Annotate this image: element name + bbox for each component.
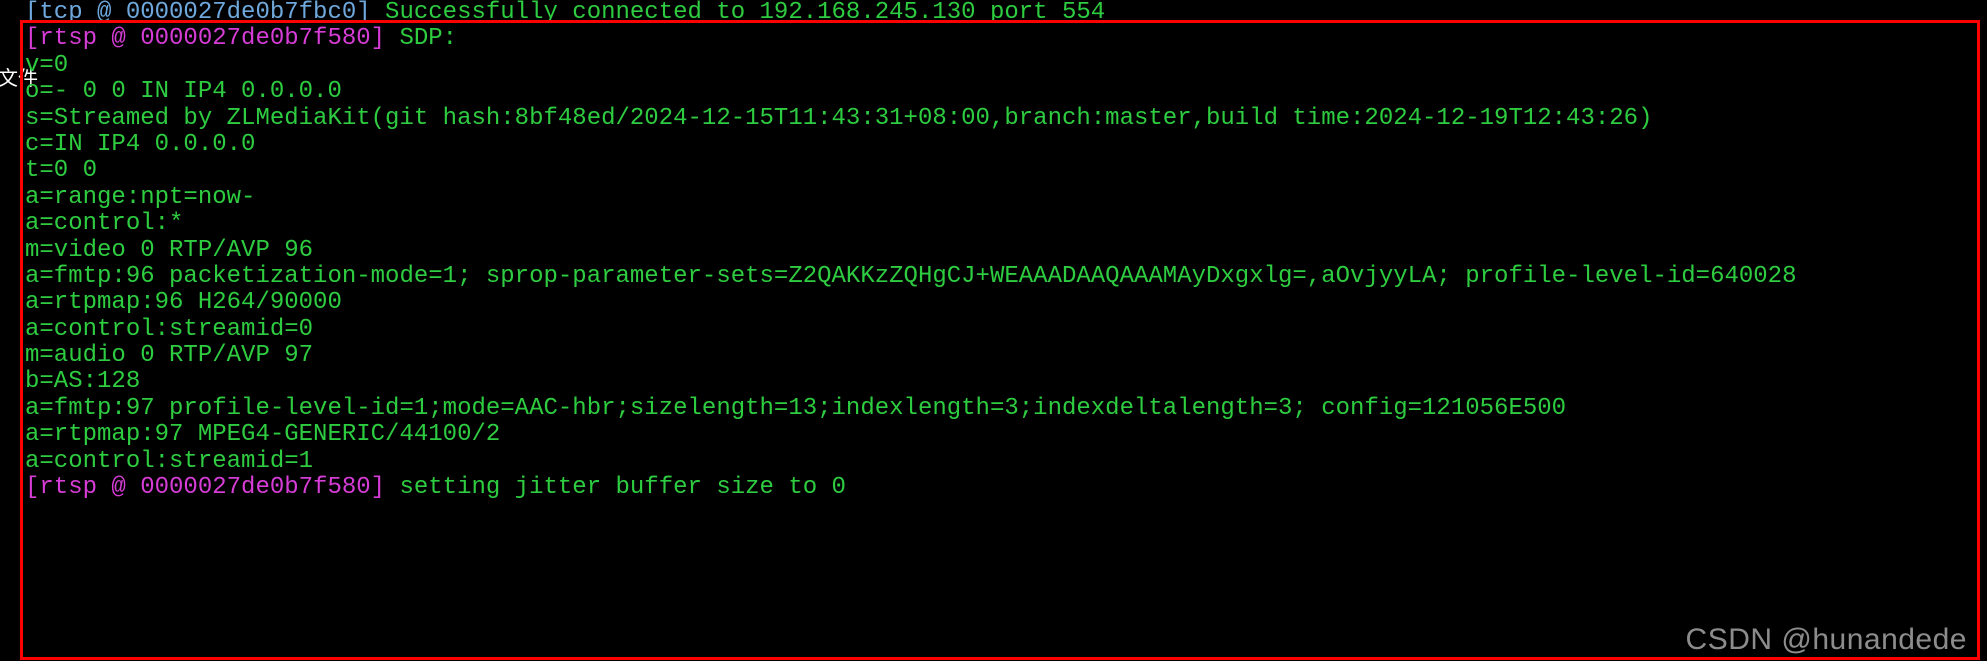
sdp-line: v=0: [25, 53, 1975, 79]
rtsp-sdp-label: SDP:: [385, 25, 457, 52]
sdp-line: t=0 0: [25, 158, 1975, 184]
sdp-line: a=control:streamid=0: [25, 317, 1975, 343]
sdp-line: s=Streamed by ZLMediaKit(git hash:8bf48e…: [25, 106, 1975, 132]
sdp-line: a=fmtp:96 packetization-mode=1; sprop-pa…: [25, 264, 1975, 290]
sdp-line: o=- 0 0 IN IP4 0.0.0.0: [25, 79, 1975, 105]
sdp-line: a=control:*: [25, 211, 1975, 237]
sdp-line: m=audio 0 RTP/AVP 97: [25, 343, 1975, 369]
watermark-text: CSDN @hunandede: [1686, 623, 1967, 656]
sdp-line: a=range:npt=now-: [25, 185, 1975, 211]
rtsp-log-prefix: [rtsp @ 0000027de0b7f580]: [25, 474, 385, 501]
rtsp-jitter-msg: setting jitter buffer size to 0: [385, 474, 846, 501]
sdp-line: a=rtpmap:97 MPEG4-GENERIC/44100/2: [25, 422, 1975, 448]
sdp-line: c=IN IP4 0.0.0.0: [25, 132, 1975, 158]
sdp-line: b=AS:128: [25, 369, 1975, 395]
sdp-line: a=rtpmap:96 H264/90000: [25, 290, 1975, 316]
terminal-output: [tcp @ 0000027de0b7fbc0] Successfully co…: [25, 0, 1975, 661]
rtsp-log-prefix: [rtsp @ 0000027de0b7f580]: [25, 25, 385, 52]
sdp-line: a=control:streamid=1: [25, 449, 1975, 475]
sdp-line: a=fmtp:97 profile-level-id=1;mode=AAC-hb…: [25, 396, 1975, 422]
tcp-log-prefix: [tcp @ 0000027de0b7fbc0]: [25, 0, 371, 26]
tcp-log-msg: Successfully connected to 192.168.245.13…: [371, 0, 1106, 26]
sdp-line: m=video 0 RTP/AVP 96: [25, 238, 1975, 264]
